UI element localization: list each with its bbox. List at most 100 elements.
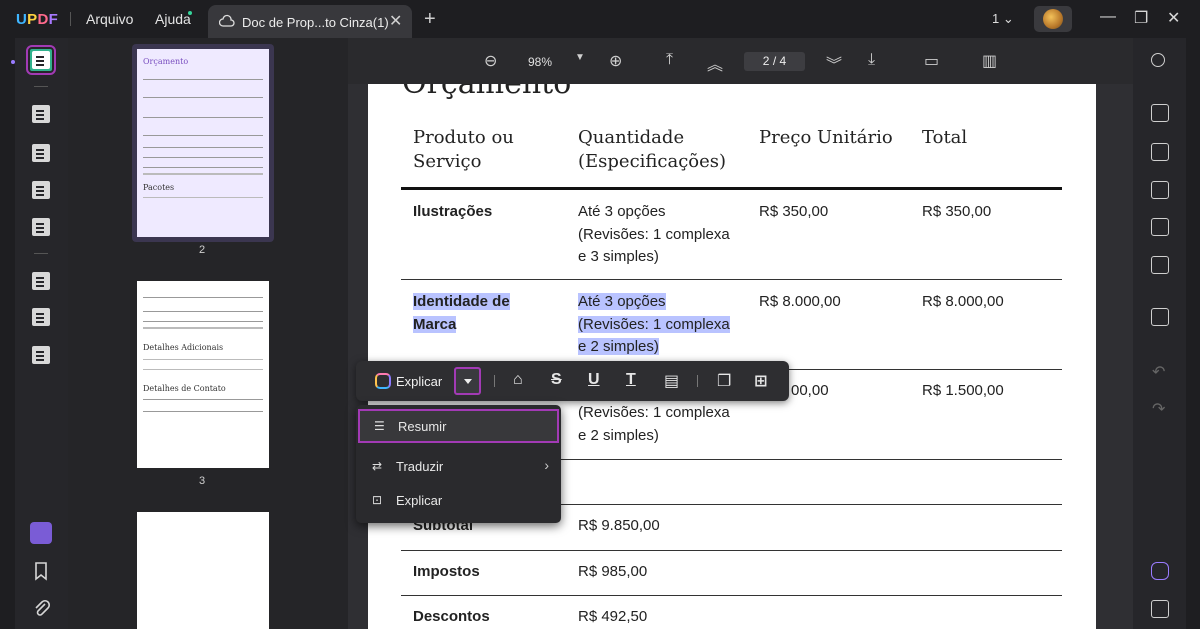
menu-item-traduzir[interactable]: ⇄ Traduzir › <box>356 449 561 483</box>
close-tab-icon[interactable]: ✕ <box>389 11 402 31</box>
organize-pages-icon[interactable] <box>30 270 52 292</box>
redo-icon[interactable]: ↷ <box>1152 399 1165 419</box>
first-page-icon[interactable]: ⤒ <box>666 51 673 69</box>
thumb-heading: Detalhes de Contato <box>143 384 226 393</box>
crop-pages-icon[interactable] <box>30 306 52 328</box>
translate-icon: ⇄ <box>372 459 383 473</box>
last-page-icon[interactable]: ⤓ <box>868 51 875 69</box>
zoom-dropdown-icon[interactable]: ▼ <box>575 52 585 63</box>
thumb-rule <box>143 359 263 360</box>
row3-unit[interactable]: 00,00 <box>791 380 829 403</box>
row2-product[interactable]: Identidade de Marca <box>413 291 510 336</box>
row1-qty[interactable]: Até 3 opções (Revisões: 1 complexa e 3 sim… <box>578 201 730 269</box>
bookmark-icon[interactable] <box>30 560 52 582</box>
email-icon[interactable] <box>1151 256 1169 274</box>
explain-button[interactable]: Explicar <box>396 374 442 389</box>
convert-icon[interactable] <box>1151 143 1169 161</box>
zoom-in-icon[interactable]: ⊕ <box>609 51 622 71</box>
row3-total[interactable]: R$ 1.500,00 <box>922 380 1004 403</box>
ocr-icon[interactable] <box>1151 104 1169 122</box>
active-dot <box>11 60 15 64</box>
thumbnail-label-3: 3 <box>199 475 206 487</box>
copy-icon[interactable]: ❐ <box>717 371 731 391</box>
header-product: Produto ou Serviço <box>413 127 514 172</box>
row1-unit[interactable]: R$ 350,00 <box>759 201 828 224</box>
reader-mode-icon[interactable] <box>26 45 56 75</box>
protect-icon[interactable] <box>1151 181 1169 199</box>
zoom-out-icon[interactable]: ⊖ <box>484 51 497 71</box>
page-selector[interactable]: 1 ⌄ <box>992 11 1014 27</box>
form-tool-icon[interactable] <box>30 179 52 201</box>
comment-tool-icon[interactable] <box>30 103 52 125</box>
thumb-heading: Detalhes Adicionais <box>143 343 224 352</box>
taxes-label: Impostos <box>413 563 480 580</box>
thumb-rule <box>143 117 263 118</box>
avatar-image <box>1043 9 1063 29</box>
ai-assistant-icon[interactable] <box>1151 562 1169 580</box>
header-total: Total <box>922 127 968 148</box>
highlight-icon[interactable]: ⌂ <box>513 371 523 389</box>
menu-item-explicar[interactable]: ⊡ Explicar <box>356 483 561 517</box>
search-icon[interactable] <box>1151 53 1165 67</box>
edit-pdf-icon[interactable] <box>30 142 52 164</box>
watermark-icon[interactable] <box>30 344 52 366</box>
row-rule <box>401 550 1062 551</box>
new-tab-button[interactable]: + <box>424 8 436 31</box>
thumb-rule <box>143 197 263 198</box>
thumbnail-page-2[interactable]: Orçamento Pacotes <box>137 49 269 237</box>
presentation-icon[interactable]: ▭ <box>924 51 939 71</box>
thumb-rule <box>143 157 263 158</box>
list-icon: ☰ <box>374 419 385 433</box>
header-rule <box>401 187 1062 190</box>
row1-product[interactable]: Ilustrações <box>413 201 492 224</box>
fill-sign-icon[interactable] <box>30 216 52 238</box>
thumb-rule <box>143 79 263 80</box>
discounts-value: R$ 492,50 <box>578 608 648 625</box>
row2-total[interactable]: R$ 8.000,00 <box>922 291 1004 314</box>
thumb-rule <box>143 167 263 168</box>
previous-page-icon[interactable]: ︽ <box>707 51 723 75</box>
zoom-level[interactable]: 98% <box>528 55 552 69</box>
page-display-icon[interactable]: ▥ <box>982 51 997 71</box>
row3-qty[interactable]: (Revisões: 1 complexa e 2 simples) <box>578 402 730 447</box>
right-tool-panel <box>1133 38 1186 629</box>
ai-dropdown-button[interactable] <box>454 367 481 395</box>
tab-title: Doc de Prop...to Cinza(1) <box>242 15 389 30</box>
attachment-icon[interactable] <box>30 597 52 619</box>
thumb-rule <box>143 369 263 370</box>
thumb-rule <box>143 297 263 298</box>
maximize-icon[interactable]: ❐ <box>1134 8 1148 28</box>
strikethrough-icon[interactable]: S <box>551 371 562 389</box>
thumbnail-page-4[interactable] <box>137 512 269 629</box>
avatar[interactable] <box>1034 6 1072 32</box>
toolbar-separator <box>697 375 698 387</box>
document-tab[interactable]: Doc de Prop...to Cinza(1) ✕ <box>208 5 412 38</box>
undo-icon[interactable]: ↶ <box>1152 362 1165 382</box>
row1-total[interactable]: R$ 350,00 <box>922 201 991 224</box>
chevron-down-icon: ⌄ <box>1002 11 1014 26</box>
save-icon[interactable] <box>1151 308 1169 326</box>
comments-panel-icon[interactable] <box>1151 600 1169 618</box>
taxes-value: R$ 985,00 <box>578 563 648 580</box>
comment-icon[interactable]: ▤ <box>664 371 679 391</box>
bookmark-add-icon[interactable]: ⊞ <box>754 371 767 391</box>
share-icon[interactable] <box>1151 218 1169 236</box>
thumb-rule <box>143 327 263 329</box>
layers-icon[interactable] <box>30 522 52 544</box>
tool-separator <box>34 86 48 87</box>
underline-icon[interactable]: U <box>588 371 600 389</box>
menu-ajuda[interactable]: Ajuda <box>155 11 191 27</box>
page-heading: Orçamento <box>402 84 571 101</box>
menu-arquivo[interactable]: Arquivo <box>86 11 133 27</box>
squiggly-icon[interactable]: T <box>626 371 636 389</box>
row2-qty[interactable]: Até 3 opções (Revisões: 1 complexa e 2 sim… <box>578 291 730 359</box>
menu-item-resumir[interactable]: ☰ Resumir <box>358 409 559 443</box>
right-edge <box>1186 38 1200 629</box>
update-dot <box>188 11 192 15</box>
page-number-box[interactable]: 2 / 4 <box>744 52 805 71</box>
next-page-icon[interactable]: ︾ <box>826 51 842 75</box>
minimize-icon[interactable]: — <box>1100 8 1116 26</box>
thumbnail-page-3[interactable]: Detalhes Adicionais Detalhes de Contato <box>137 281 269 468</box>
row2-unit[interactable]: R$ 8.000,00 <box>759 291 841 314</box>
close-window-icon[interactable]: ✕ <box>1167 8 1180 28</box>
